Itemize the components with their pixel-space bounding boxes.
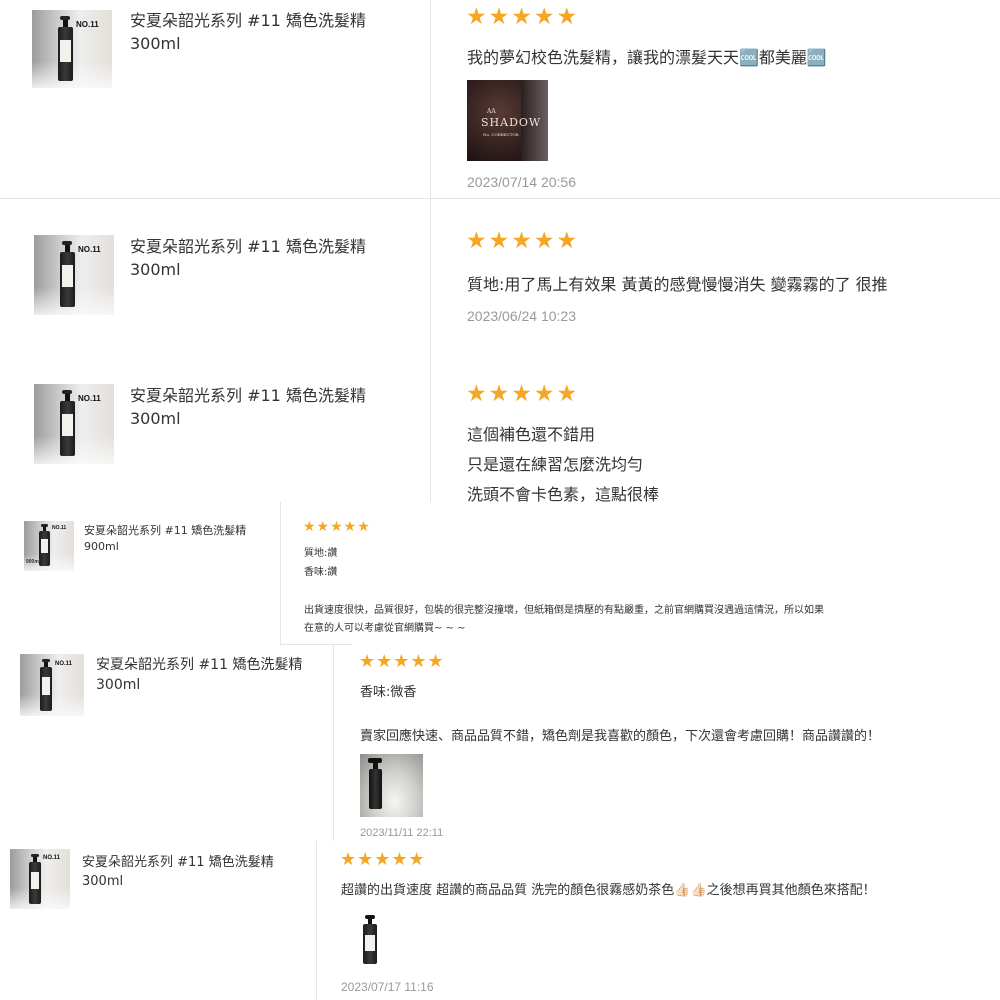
thumbnail-backdrop: [20, 694, 84, 716]
bottle-label: [60, 40, 71, 62]
thumbnail-size-tag: 900ml: [26, 559, 41, 565]
thumbnail-tag: NO.11: [78, 394, 101, 403]
divider-vertical: [316, 841, 317, 1000]
product-name[interactable]: 安夏朵韶光系列 #11 矯色洗髮精 300ml: [96, 655, 312, 696]
product-name[interactable]: 安夏朵韶光系列 #11 矯色洗髮精 300ml: [130, 384, 398, 430]
review-timestamp: 2023/07/14 20:56: [467, 174, 576, 190]
star-rating: ★★★★★: [340, 849, 426, 870]
review-text-line: 只是還在練習怎麼洗均勻: [467, 455, 644, 474]
divider-vertical: [430, 354, 431, 502]
bottle-label: [62, 265, 73, 287]
thumbnail-tag: NO.11: [76, 20, 99, 29]
bottle-label: [62, 414, 73, 436]
product-thumbnail[interactable]: NO.11: [10, 849, 70, 909]
bottle-neck: [65, 394, 70, 401]
review-timestamp: 2023/07/17 11:16: [341, 980, 434, 994]
review-card: NO.11 安夏朵韶光系列 #11 矯色洗髮精 300ml ★★★★★ 我的夢幻…: [0, 0, 1000, 198]
review-timestamp: 2023/11/11 22:11: [360, 827, 444, 839]
review-text-line: 這個補色還不錯用: [467, 425, 596, 444]
photo-label-name: SHADOW: [481, 116, 542, 129]
thumbnail-tag: NO.11: [52, 525, 67, 531]
product-name[interactable]: 安夏朵韶光系列 #11 矯色洗髮精 300ml: [82, 854, 294, 892]
star-rating: ★★★★★: [466, 228, 580, 254]
star-rating: ★★★★★: [303, 519, 371, 535]
review-text-line: 香味:微香: [360, 685, 417, 700]
product-thumbnail[interactable]: NO.11: [34, 384, 114, 464]
photo-label-sub: No. CORRECTOR: [483, 132, 519, 137]
product-name[interactable]: 安夏朵韶光系列 #11 矯色洗髮精 300ml: [130, 235, 398, 281]
review-text-line: 賣家回應快速、商品品質不錯，矯色劑是我喜歡的顏色，下次還會考慮回購！商品讚讚的！: [360, 729, 881, 744]
star-rating: ★★★★★: [359, 651, 445, 672]
star-rating: ★★★★★: [466, 381, 580, 407]
product-thumbnail[interactable]: NO.11: [34, 235, 114, 315]
review-timestamp: 2023/06/24 10:23: [467, 308, 576, 324]
review-text: 質地:用了馬上有效果 黃黃的感覺慢慢消失 變霧霧的了 很推: [467, 275, 888, 294]
review-card: NO.11 安夏朵韶光系列 #11 矯色洗髮精 300ml ★★★★★ 超讚的出…: [0, 841, 1000, 1000]
review-text-line: 香味:讚: [304, 567, 338, 578]
bottle-label: [41, 539, 48, 553]
divider-vertical: [333, 645, 334, 841]
review-card: NO.11 安夏朵韶光系列 #11 矯色洗髮精 300ml ★★★★★ 質地:用…: [0, 198, 1000, 354]
review-photo[interactable]: AA SHADOW No. CORRECTOR: [467, 80, 548, 161]
product-thumbnail[interactable]: NO.11: [20, 654, 84, 716]
bottle-label: [31, 872, 39, 889]
review-text: 我的夢幻校色洗髮精，讓我的漂髮天天🆒都美麗🆒: [467, 48, 827, 67]
product-name[interactable]: 安夏朵韶光系列 #11 矯色洗髮精 900ml: [84, 523, 274, 555]
review-card: NO.11 900ml 安夏朵韶光系列 #11 矯色洗髮精 900ml ★★★★…: [0, 502, 1000, 645]
bottle-label: [365, 935, 375, 951]
review-photo[interactable]: [360, 754, 423, 817]
product-thumbnail[interactable]: NO.11 900ml: [24, 521, 74, 571]
thumbnail-tag: NO.11: [55, 661, 73, 667]
divider-vertical: [430, 0, 431, 198]
review-card: NO.11 安夏朵韶光系列 #11 矯色洗髮精 300ml ★★★★★ 這個補色…: [0, 354, 1000, 502]
bottle-neck: [63, 20, 68, 27]
product-name[interactable]: 安夏朵韶光系列 #11 矯色洗髮精 300ml: [130, 9, 398, 55]
divider-vertical: [430, 198, 431, 354]
thumbnail-tag: NO.11: [78, 245, 101, 254]
review-photo[interactable]: [341, 909, 401, 969]
divider-horizontal: [0, 198, 1000, 199]
bottle-neck: [65, 245, 70, 252]
divider-vertical: [280, 502, 281, 645]
review-text-line: 出貨速度很快，品質很好，包裝的很完整沒撞壞，但紙箱倒是擠壓的有點嚴重，之前官網購…: [304, 605, 824, 616]
product-thumbnail[interactable]: NO.11: [32, 10, 112, 88]
review-text-line: 在意的人可以考慮從官網購買~ ~ ~: [304, 623, 466, 634]
bottle-label: [42, 677, 50, 695]
review-text-line: 洗頭不會卡色素，這點很棒: [467, 485, 660, 502]
photo-label-brand: AA: [487, 108, 496, 115]
review-card: NO.11 安夏朵韶光系列 #11 矯色洗髮精 300ml ★★★★★ 香味:微…: [0, 645, 1000, 841]
review-text: 超讚的出貨速度 超讚的商品品質 洗完的顏色很霧感奶茶色👍🏻👍🏻之後想再買其他顏色…: [341, 883, 876, 898]
review-text-line: 質地:讚: [304, 548, 338, 559]
bottle-icon: [369, 769, 382, 809]
thumbnail-tag: NO.11: [43, 855, 61, 861]
star-rating: ★★★★★: [466, 4, 580, 30]
